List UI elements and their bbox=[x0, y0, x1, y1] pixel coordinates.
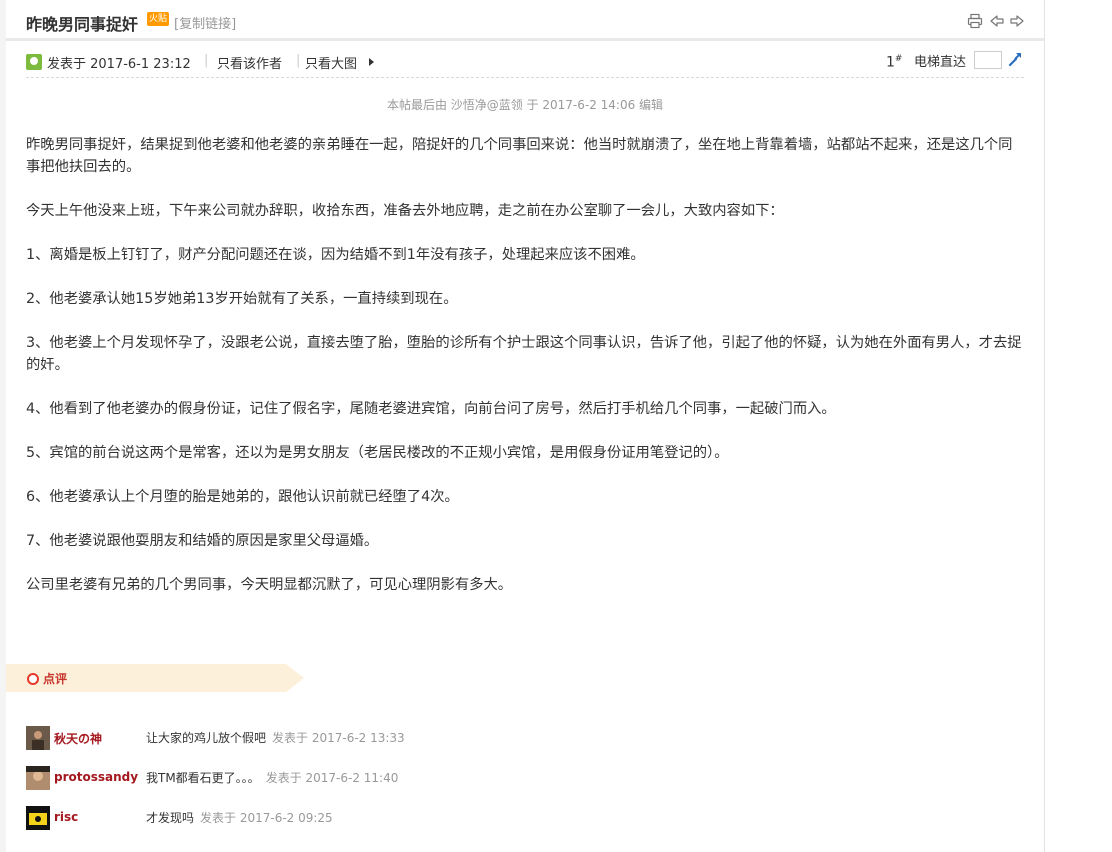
hot-badge-icon: 火贴 bbox=[147, 12, 169, 26]
comment-content: 才发现吗 发表于 2017-6-2 09:25 bbox=[146, 809, 333, 826]
avatar[interactable] bbox=[26, 726, 50, 750]
only-author-link[interactable]: 只看该作者 bbox=[217, 53, 282, 72]
comment-text: 让大家的鸡儿放个假吧 bbox=[146, 731, 267, 745]
floor-number-value: 1 bbox=[886, 54, 895, 71]
post-paragraph: 5、宾馆的前台说这两个是常客，还以为是男女朋友（老居民楼改的不正规小宾馆，是用假… bbox=[26, 445, 729, 461]
copy-link-button[interactable]: [复制链接] bbox=[174, 13, 236, 32]
separator: | bbox=[296, 53, 301, 68]
comment-time: 发表于 2017-6-2 13:33 bbox=[272, 731, 405, 745]
elevator-label: 电梯直达 bbox=[914, 55, 967, 70]
thread-title: 昨晚男同事捉奸 bbox=[26, 15, 139, 34]
comment-content: 我TM都看石更了。。。 发表于 2017-6-2 11:40 bbox=[146, 769, 398, 786]
comment-row: risc 才发现吗 发表于 2017-6-2 09:25 bbox=[26, 806, 1026, 830]
comment-circle-icon bbox=[27, 673, 39, 685]
comment-content: 让大家的鸡儿放个假吧 发表于 2017-6-2 13:33 bbox=[146, 729, 405, 746]
thread-header: 昨晚男同事捉奸 火贴 [复制链接] bbox=[6, 0, 1044, 41]
floor-number: 1# bbox=[886, 54, 902, 71]
post-paragraph: 今天上午他没来上班，下午来公司就办辞职，收拾东西，准备去外地应聘，走之前在办公室… bbox=[26, 203, 784, 219]
comment-row: 秋天の神 让大家的鸡儿放个假吧 发表于 2017-6-2 13:33 bbox=[26, 726, 1026, 750]
print-icon[interactable] bbox=[967, 13, 983, 29]
post-paragraph: 7、他老婆说跟他耍朋友和结婚的原因是家里父母逼婚。 bbox=[26, 533, 379, 549]
avatar[interactable] bbox=[26, 806, 50, 830]
post-body: 昨晚男同事捉奸，结果捉到他老婆和他老婆的亲弟睡在一起，陪捉奸的几个同事回来说：他… bbox=[26, 134, 1026, 618]
comment-username[interactable]: protossandy bbox=[54, 770, 138, 784]
post-paragraph: 3、他老婆上个月发现怀孕了，没跟老公说，直接去堕了胎，堕胎的诊所有个护士跟这个同… bbox=[26, 335, 1022, 373]
avatar[interactable] bbox=[26, 766, 50, 790]
post-paragraph: 6、他老婆承认上个月堕的胎是她弟的，跟他认识前就已经堕了4次。 bbox=[26, 489, 459, 505]
comment-username[interactable]: risc bbox=[54, 810, 78, 824]
comments-header: 点评 bbox=[6, 664, 304, 692]
big-image-link[interactable]: 只看大图 bbox=[305, 53, 357, 72]
comment-text: 我TM都看石更了。。。 bbox=[146, 771, 260, 785]
post-paragraph: 2、他老婆承认她15岁她弟13岁开始就有了关系，一直持续到现在。 bbox=[26, 291, 458, 307]
post-time: 发表于 2017-6-1 23:12 bbox=[47, 57, 191, 72]
floor-jump-input[interactable] bbox=[974, 51, 1002, 69]
separator: | bbox=[204, 53, 209, 68]
comment-time: 发表于 2017-6-2 11:40 bbox=[265, 771, 399, 785]
post-paragraph: 1、离婚是板上钉钉了，财产分配问题还在谈，因为结婚不到1年没有孩子，处理起来应该… bbox=[26, 247, 645, 263]
comment-text: 才发现吗 bbox=[146, 811, 195, 825]
caret-right-icon bbox=[369, 58, 374, 66]
comment-row: protossandy 我TM都看石更了。。。 发表于 2017-6-2 11:4… bbox=[26, 766, 1026, 790]
next-thread-icon[interactable] bbox=[1009, 13, 1025, 29]
edit-note: 本帖最后由 沙悟净@蓝领 于 2017-6-2 14:06 编辑 bbox=[386, 98, 664, 112]
floor-mark: # bbox=[894, 54, 903, 64]
post-paragraph: 昨晚男同事捉奸，结果捉到他老婆和他老婆的亲弟睡在一起，陪捉奸的几个同事回来说：他… bbox=[26, 137, 1013, 175]
divider bbox=[26, 77, 1024, 78]
online-status-icon bbox=[26, 54, 42, 70]
post-container: 昨晚男同事捉奸 火贴 [复制链接] 发表于 2017-6-1 23:12 | 只… bbox=[6, 0, 1044, 852]
post-paragraph: 公司里老婆有兄弟的几个男同事，今天明显都沉默了，可见心理阴影有多大。 bbox=[26, 577, 513, 593]
jump-go-icon[interactable] bbox=[1007, 51, 1023, 67]
previous-thread-icon[interactable] bbox=[989, 13, 1005, 29]
right-gutter bbox=[1044, 0, 1112, 852]
post-paragraph: 4、他看到了他老婆办的假身份证，记住了假名字，尾随老婆进宾馆，向前台问了房号，然… bbox=[26, 401, 836, 417]
comment-time: 发表于 2017-6-2 09:25 bbox=[200, 811, 333, 825]
comment-username[interactable]: 秋天の神 bbox=[54, 730, 102, 747]
comments-title: 点评 bbox=[43, 672, 68, 686]
